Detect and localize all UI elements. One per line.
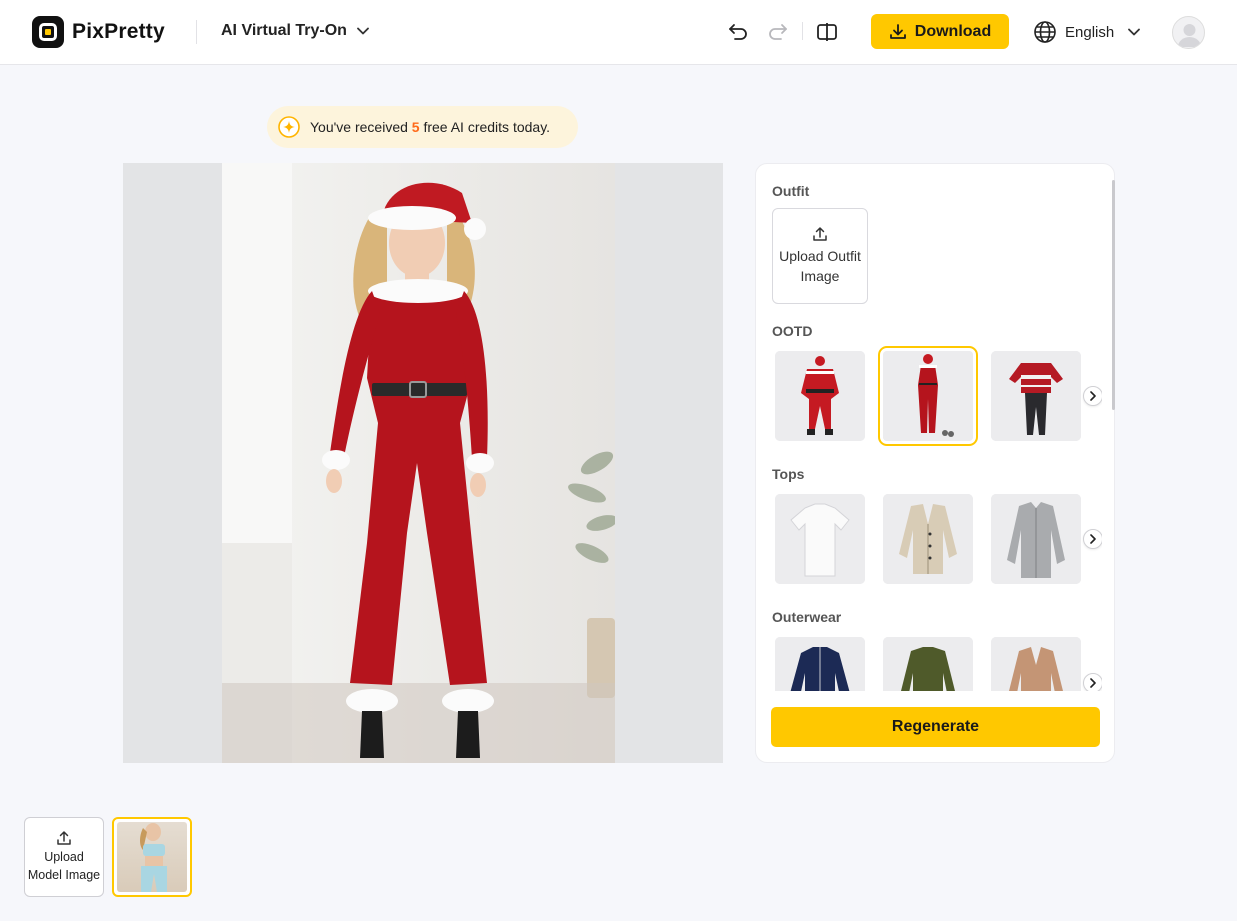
tops-item-beige-cardigan[interactable]	[883, 494, 973, 584]
credits-count: 5	[411, 119, 420, 135]
logo-icon	[32, 16, 64, 48]
chevron-down-icon	[1128, 28, 1141, 36]
redo-icon	[769, 24, 787, 40]
ootd-section-title: OOTD	[772, 323, 813, 339]
outerwear-next-button[interactable]	[1083, 673, 1102, 691]
globe-icon	[1034, 21, 1056, 43]
tops-item-grey-shirt[interactable]	[991, 494, 1081, 584]
white-tshirt-image	[775, 494, 865, 584]
upload-outfit-button[interactable]: Upload Outfit Image	[772, 208, 868, 304]
model-thumbnail-selected[interactable]	[112, 817, 192, 897]
outfit-panel: Outfit Upload Outfit Image OOTD Tops Out…	[755, 163, 1115, 763]
user-icon	[1178, 24, 1201, 47]
chevron-right-icon	[1090, 678, 1096, 688]
upload-icon	[813, 227, 827, 241]
ootd-next-button[interactable]	[1083, 386, 1102, 406]
brand-logo[interactable]: PixPretty	[32, 16, 165, 48]
outfit-scroll-area[interactable]: Outfit Upload Outfit Image OOTD Tops Out…	[772, 164, 1102, 691]
credits-prefix: You've received	[310, 119, 408, 135]
download-button[interactable]: Download	[871, 14, 1009, 49]
navy-jacket-image	[775, 637, 865, 691]
download-label: Download	[914, 22, 992, 40]
model-figure-illustration	[222, 163, 615, 763]
camel-blazer-image	[991, 637, 1081, 691]
language-selector[interactable]: English	[1033, 20, 1141, 44]
tool-selector[interactable]: AI Virtual Try-On	[221, 22, 369, 40]
upload-outfit-label: Upload Outfit Image	[779, 248, 861, 284]
chevron-right-icon	[1090, 391, 1096, 401]
credits-banner: You've received 5 free AI credits today.	[267, 106, 578, 148]
undo-icon	[729, 24, 747, 40]
chevron-down-icon	[357, 27, 369, 35]
tops-next-button[interactable]	[1083, 529, 1102, 549]
download-icon	[889, 23, 906, 39]
toolbar-divider	[802, 22, 803, 40]
red-jumpsuit-image	[883, 351, 973, 441]
model-image	[140, 823, 167, 892]
credits-text: You've received 5 free AI credits today.	[310, 119, 550, 135]
ootd-item-red-jumpsuit[interactable]	[878, 346, 978, 446]
result-image	[222, 163, 615, 763]
model-thumbnail-image	[117, 822, 187, 892]
outerwear-item-navy-jacket[interactable]	[775, 637, 865, 691]
header-divider	[196, 20, 197, 44]
compare-button[interactable]	[813, 18, 841, 46]
tops-item-white-tshirt[interactable]	[775, 494, 865, 584]
upload-model-label: Upload Model Image	[27, 850, 101, 882]
outerwear-item-camel-blazer[interactable]	[991, 637, 1081, 691]
christmas-sweater-image	[991, 351, 1081, 441]
compare-icon	[817, 23, 837, 41]
regenerate-button[interactable]: Regenerate	[771, 707, 1100, 747]
redo-button[interactable]	[764, 18, 792, 46]
outerwear-item-olive-coat[interactable]	[883, 637, 973, 691]
upload-icon	[57, 831, 71, 845]
tops-section-title: Tops	[772, 466, 805, 482]
top-bar: PixPretty AI Virtual Try-On Download Eng…	[0, 0, 1237, 65]
beige-cardigan-image	[883, 494, 973, 584]
grey-shirt-image	[991, 494, 1081, 584]
outfit-section-title: Outfit	[772, 183, 810, 199]
credits-suffix: free AI credits today.	[423, 119, 551, 135]
result-canvas	[123, 163, 723, 763]
ootd-item-christmas-sweater[interactable]	[991, 351, 1081, 441]
brand-name: PixPretty	[72, 20, 165, 43]
chevron-right-icon	[1090, 534, 1096, 544]
upload-model-button[interactable]: Upload Model Image	[24, 817, 104, 897]
ootd-item-santa-suit[interactable]	[775, 351, 865, 441]
santa-suit-image	[775, 351, 865, 441]
language-label: English	[1065, 23, 1115, 41]
tool-name: AI Virtual Try-On	[221, 22, 347, 39]
regenerate-label: Regenerate	[891, 718, 980, 735]
panel-scrollbar[interactable]	[1112, 180, 1115, 410]
olive-coat-image	[883, 637, 973, 691]
sparkle-icon	[278, 116, 300, 138]
user-avatar[interactable]	[1172, 16, 1205, 49]
outerwear-section-title: Outerwear	[772, 609, 842, 625]
undo-button[interactable]	[724, 18, 752, 46]
